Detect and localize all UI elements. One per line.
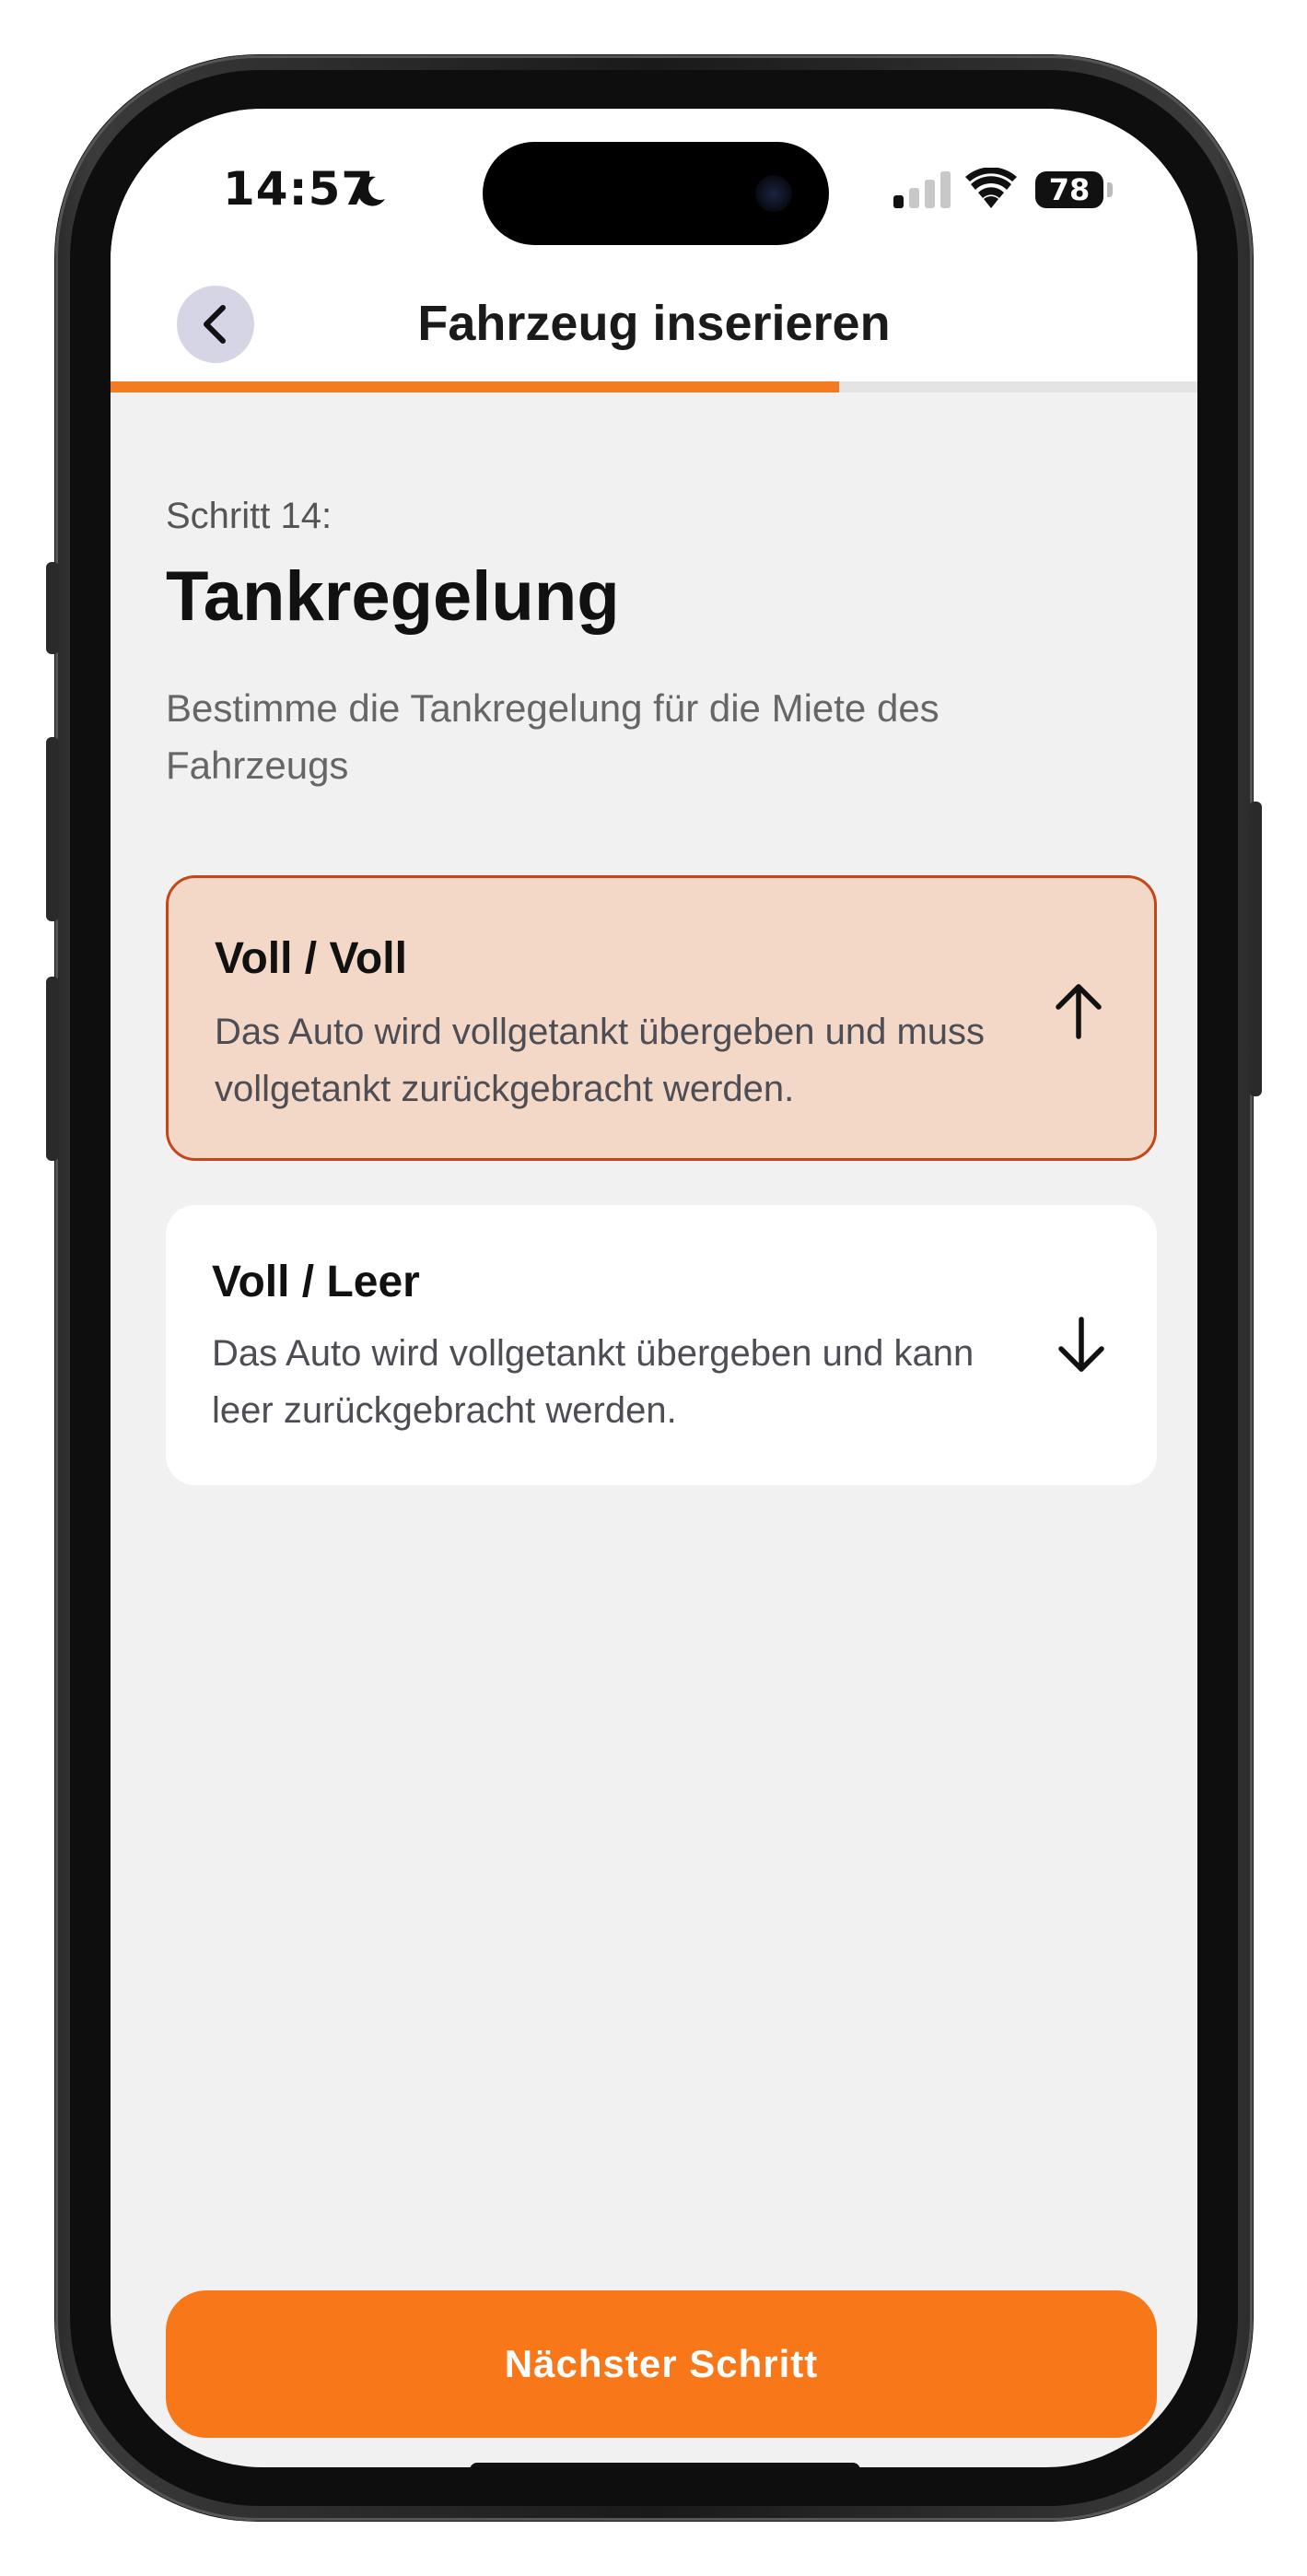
home-indicator (470, 2463, 860, 2467)
option-description: Das Auto wird vollgetankt übergeben und … (212, 1333, 974, 1431)
step-label: Schritt 14: (166, 496, 333, 536)
page-title: Tankregelung (166, 557, 620, 636)
dynamic-island (483, 142, 829, 245)
next-step-button[interactable]: Nächster Schritt (166, 2290, 1157, 2438)
side-button-action (46, 562, 59, 654)
option-card-voll-voll[interactable]: Voll / Voll Das Auto wird vollgetankt üb… (166, 875, 1157, 1161)
arrow-up-icon (1056, 984, 1102, 1039)
option-title: Voll / Voll (215, 934, 407, 983)
screen: 14:57 78 Fahrzeug inserieren Schritt 14:… (111, 109, 1197, 2467)
header: Fahrzeug inserieren (111, 275, 1197, 381)
header-title: Fahrzeug inserieren (417, 296, 891, 351)
wifi-icon (965, 168, 1017, 208)
progress-bar (111, 381, 1197, 392)
battery-indicator: 78 (1035, 171, 1103, 208)
option-title: Voll / Leer (212, 1258, 420, 1306)
option-card-voll-leer[interactable]: Voll / Leer Das Auto wird vollgetankt üb… (166, 1205, 1157, 1485)
side-button-volume-up (46, 737, 59, 921)
progress-fill (111, 381, 839, 392)
arrow-down-icon (1058, 1317, 1104, 1372)
moon-icon (357, 176, 385, 206)
option-description: Das Auto wird vollgetankt übergeben und … (215, 1012, 986, 1109)
page-subtitle: Bestimme die Tankregelung für die Miete … (166, 686, 939, 787)
side-button-power (1249, 802, 1262, 1096)
side-button-volume-down (46, 977, 59, 1161)
camera-icon (755, 175, 792, 212)
battery-cap (1107, 182, 1113, 197)
cellular-signal-icon (893, 171, 951, 208)
status-bar: 14:57 78 (111, 109, 1197, 275)
